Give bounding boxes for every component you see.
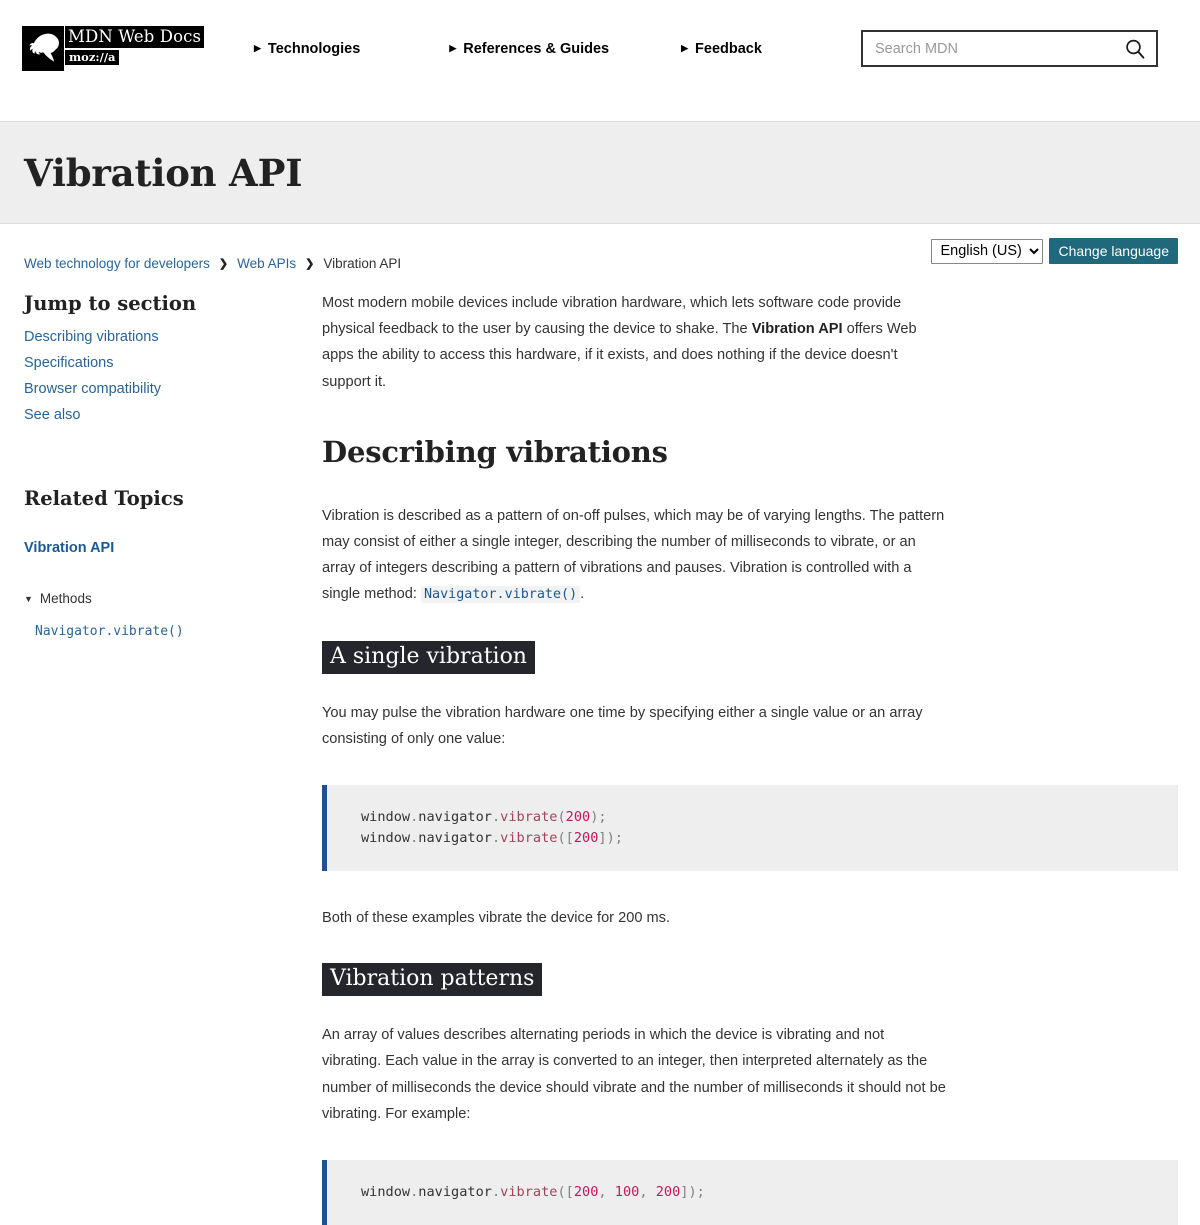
code-content: window.navigator.vibrate(200); window.na…	[361, 807, 1178, 849]
sidebar-heading-related-topics: Related Topics	[24, 487, 184, 510]
code-token: ,	[598, 1184, 615, 1201]
sidebar-item-describing-vibrations[interactable]: Describing vibrations	[24, 329, 322, 345]
sidebar-group-methods[interactable]: ▼ Methods	[24, 591, 322, 606]
triangle-right-icon: ▶	[449, 43, 457, 53]
breadcrumb-item-web-apis[interactable]: Web APIs	[237, 257, 296, 271]
sidebar-item-specifications[interactable]: Specifications	[24, 355, 322, 371]
page-title: Vibration API	[24, 150, 303, 195]
intro-bold-vibration-api: Vibration API	[751, 321, 843, 338]
mdn-logo[interactable]: MDN Web Docs moz://a	[22, 26, 218, 71]
sidebar-item-navigator-vibrate[interactable]: Navigator.vibrate()	[35, 624, 322, 639]
breadcrumb-row: Web technology for developers ❯ Web APIs…	[0, 224, 1200, 282]
code-token: [	[565, 1184, 574, 1201]
code-token: navigator	[418, 1184, 492, 1201]
code-token: ;	[614, 830, 623, 847]
triangle-right-icon: ▶	[254, 43, 261, 53]
code-token: navigator	[418, 830, 492, 847]
both-examples-paragraph: Both of these examples vibrate the devic…	[322, 910, 671, 927]
breadcrumb: Web technology for developers ❯ Web APIs…	[24, 257, 401, 271]
chevron-right-icon: ❯	[305, 257, 315, 270]
code-token: 200	[565, 809, 591, 826]
code-block-single-vibration[interactable]: window.navigator.vibrate(200); window.na…	[322, 785, 1178, 872]
code-token: ]	[598, 830, 607, 847]
search-region	[861, 30, 1158, 67]
mdn-dino-logo-icon	[22, 26, 64, 71]
describing-text-part1: Vibration is described as a pattern of o…	[322, 507, 945, 603]
vibration-patterns-paragraph: An array of values describes alternating…	[322, 1027, 946, 1122]
search-icon[interactable]	[1124, 38, 1146, 60]
code-token: (	[557, 830, 566, 847]
code-token: .	[491, 809, 501, 826]
triangle-down-icon: ▼	[24, 593, 33, 604]
search-form[interactable]	[861, 30, 1158, 67]
breadcrumb-item-web-technology[interactable]: Web technology for developers	[24, 257, 210, 271]
code-token: vibrate	[500, 1184, 558, 1201]
intro-paragraph: Most modern mobile devices include vibra…	[322, 290, 944, 395]
heading-describing-vibrations: Describing vibrations	[322, 434, 668, 469]
nav-item-label: Feedback	[695, 40, 762, 57]
code-token: 200	[573, 830, 599, 847]
page-title-band: Vibration API	[0, 122, 1200, 224]
logo-mozilla-wordmark: moz://a	[65, 50, 120, 65]
code-token: (	[557, 809, 566, 826]
nav-item-label: References & Guides	[463, 40, 610, 57]
describing-paragraph: Vibration is described as a pattern of o…	[322, 503, 947, 609]
code-token: window	[361, 809, 411, 826]
nav-item-technologies[interactable]: ▶ Technologies	[254, 41, 360, 57]
code-token: ;	[598, 809, 607, 826]
code-token: ,	[639, 1184, 656, 1201]
breadcrumb-item-current: Vibration API	[323, 256, 402, 272]
logo-wordmark: MDN Web Docs	[65, 26, 205, 48]
code-token: [	[565, 830, 574, 847]
code-token: .	[491, 1184, 501, 1201]
language-controls: English (US) Change language	[931, 238, 1178, 264]
sidebar-item-see-also[interactable]: See also	[24, 407, 322, 423]
code-token: ;	[696, 1184, 705, 1201]
search-input[interactable]	[875, 40, 1124, 57]
code-token: vibrate	[500, 809, 558, 826]
sidebar: Jump to section Describing vibrations Sp…	[24, 282, 322, 639]
code-token: )	[688, 1184, 697, 1201]
heading-a-single-vibration: A single vibration	[322, 640, 535, 674]
change-language-button[interactable]: Change language	[1049, 238, 1178, 264]
mdn-article-page: MDN Web Docs moz://a ▶ Technologies ▶ Re…	[0, 0, 1200, 1225]
main-navigation: ▶ Technologies ▶ References & Guides ▶ F…	[218, 41, 861, 57]
nav-item-feedback[interactable]: ▶ Feedback	[681, 41, 762, 57]
code-token: navigator	[418, 809, 492, 826]
heading-vibration-patterns: Vibration patterns	[322, 963, 543, 997]
sidebar-heading-jump-to-section: Jump to section	[24, 292, 197, 315]
code-token: .	[491, 830, 501, 847]
code-token: 200	[573, 1184, 599, 1201]
inline-code-navigator-vibrate[interactable]: Navigator.vibrate()	[420, 586, 581, 604]
code-token: (	[557, 1184, 566, 1201]
chevron-right-icon: ❯	[218, 257, 229, 270]
code-token: vibrate	[500, 830, 558, 847]
code-token: 200	[655, 1184, 681, 1201]
code-token: 100	[614, 1184, 640, 1201]
language-select[interactable]: English (US)	[931, 238, 1044, 264]
code-token: )	[606, 830, 615, 847]
code-block-vibration-patterns[interactable]: window.navigator.vibrate([200, 100, 200]…	[322, 1160, 1178, 1225]
single-vibration-paragraph: You may pulse the vibration hardware one…	[322, 704, 923, 747]
code-token: window	[361, 830, 411, 847]
sidebar-item-browser-compatibility[interactable]: Browser compatibility	[24, 381, 322, 397]
sidebar-item-vibration-api[interactable]: Vibration API	[24, 540, 322, 556]
code-token: window	[361, 1184, 411, 1201]
describing-text-part2: .	[580, 586, 585, 603]
site-header: MDN Web Docs moz://a ▶ Technologies ▶ Re…	[0, 0, 1200, 122]
content-wrapper: Jump to section Describing vibrations Sp…	[0, 282, 1200, 1225]
sidebar-group-label: Methods	[39, 591, 92, 606]
nav-item-label: Technologies	[267, 40, 361, 57]
triangle-right-icon: ▶	[681, 43, 689, 53]
article-body: Most modern mobile devices include vibra…	[322, 282, 1178, 1225]
nav-item-references-guides[interactable]: ▶ References & Guides	[449, 41, 609, 57]
